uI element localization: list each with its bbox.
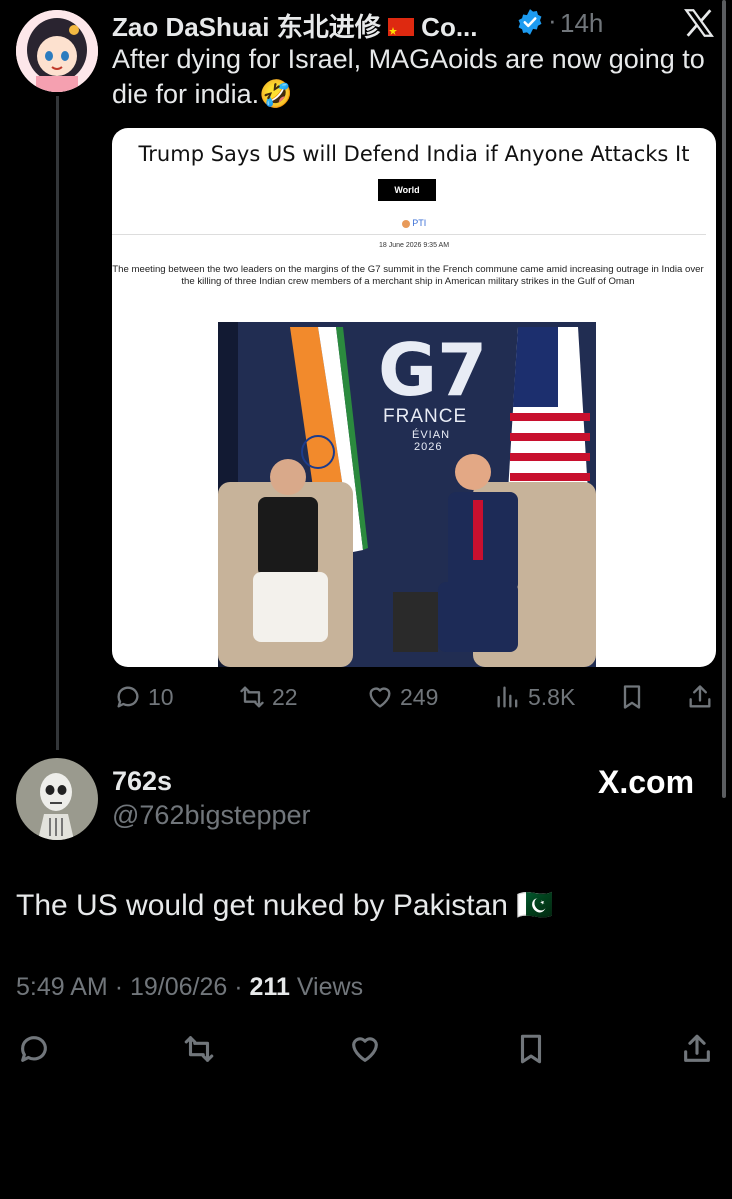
byline-avatar-icon: [401, 219, 410, 228]
views-count: 5.8K: [528, 683, 576, 710]
repost-button[interactable]: 22: [238, 683, 298, 711]
views-button[interactable]: 5.8K: [494, 683, 575, 711]
bookmark-button[interactable]: [618, 683, 646, 711]
photo-banner-city: ÉVIAN: [412, 429, 451, 441]
reply-icon: [21, 1036, 47, 1062]
like-count: 249: [400, 683, 439, 710]
author-name-text: Zao DaShuai 东北进修: [112, 12, 381, 42]
card-photo[interactable]: G7 FRANCE ÉVIAN 2026: [218, 322, 596, 667]
like-icon: [352, 1037, 378, 1062]
close-x-icon[interactable]: [682, 6, 716, 40]
thread-line: [56, 96, 59, 750]
like-button[interactable]: 249: [366, 683, 438, 711]
reply-views-count: 211: [249, 973, 290, 1001]
bookmark-icon: [623, 685, 641, 709]
card-divider: [112, 234, 706, 235]
china-flag-icon: [387, 18, 414, 37]
tweet-time[interactable]: 14h: [560, 8, 603, 39]
reply-date[interactable]: 19/06/26: [130, 973, 227, 1001]
reply-like-button[interactable]: [348, 1032, 382, 1066]
reply-share-button[interactable]: [680, 1032, 714, 1066]
verified-badge-icon: [516, 8, 544, 36]
tweet-text: After dying for Israel, MAGAoids are now…: [112, 44, 705, 109]
card-lede: The meeting between the two leaders on t…: [112, 264, 704, 287]
author-name[interactable]: Zao DaShuai 东北进修 Co...: [112, 7, 478, 44]
views-icon: [497, 686, 518, 708]
repost-icon: [184, 1036, 214, 1062]
author-avatar[interactable]: [16, 10, 98, 92]
reply-text: The US would get nuked by Pakistan 🇵🇰: [16, 889, 554, 922]
reply-button[interactable]: 10: [114, 683, 174, 711]
card-byline-text: PTI: [412, 218, 427, 228]
repost-icon: [240, 686, 264, 708]
time-separator: ·: [548, 5, 557, 35]
reply-handle[interactable]: @762bigstepper: [112, 800, 311, 831]
card-date: 18 June 2026 9:35 AM: [378, 242, 450, 249]
xcom-watermark: X.com: [598, 764, 695, 800]
photo-banner-year: 2026: [414, 441, 443, 453]
card-section-badge: World: [378, 179, 436, 201]
meta-separator: ·: [114, 973, 130, 1001]
share-icon: [684, 1034, 710, 1062]
share-icon: [689, 685, 711, 708]
news-card[interactable]: Trump Says US will Defend India if Anyon…: [112, 128, 716, 667]
reply-avatar[interactable]: [16, 758, 98, 840]
bookmark-icon: [520, 1034, 542, 1064]
reply-repost-button[interactable]: [182, 1032, 216, 1066]
photo-banner-logo: G7: [378, 328, 488, 412]
author-name-truncated: Co...: [421, 12, 478, 42]
photo-banner-country: FRANCE: [383, 406, 468, 427]
reply-icon: [117, 686, 139, 708]
card-byline: PTI: [112, 218, 716, 228]
reply-meta: 5:49 AM · 19/06/26 · 211 Views: [16, 973, 363, 1002]
card-headline: Trump Says US will Defend India if Anyon…: [138, 142, 690, 166]
reply-count: 10: [148, 683, 174, 710]
reply-display-name[interactable]: 762s: [112, 766, 172, 797]
reply-views-label: Views: [296, 973, 364, 1001]
like-icon: [369, 687, 391, 708]
reply-time[interactable]: 5:49 AM: [16, 973, 108, 1001]
reply-bookmark-button[interactable]: [514, 1032, 548, 1066]
meta-separator: ·: [234, 973, 250, 1001]
share-button[interactable]: [686, 683, 714, 711]
reply-reply-button[interactable]: [17, 1032, 51, 1066]
repost-count: 22: [272, 683, 298, 710]
scrollbar[interactable]: [722, 0, 726, 798]
